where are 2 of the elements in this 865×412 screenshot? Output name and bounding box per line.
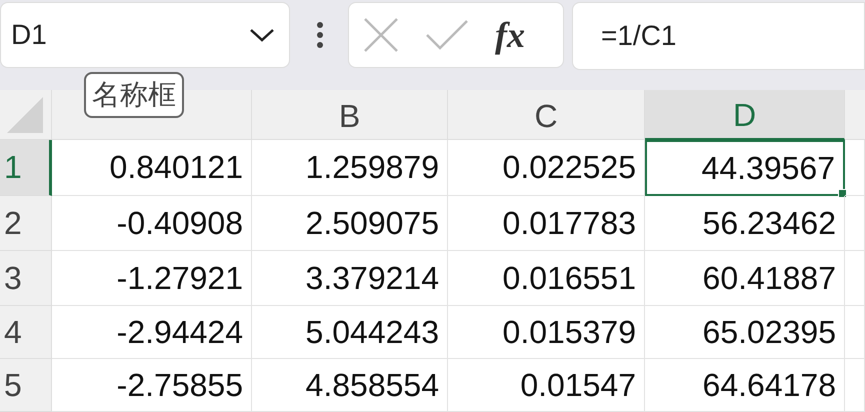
tooltip: 名称框 xyxy=(84,72,184,118)
cell-reference: D1 xyxy=(11,19,47,51)
